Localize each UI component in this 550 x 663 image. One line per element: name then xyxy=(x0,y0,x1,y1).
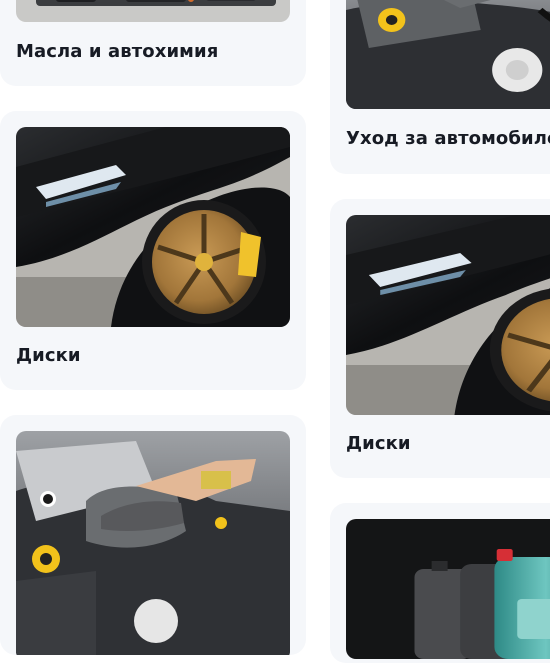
oil-canisters-photo xyxy=(346,519,550,659)
card-title: Диски xyxy=(346,433,411,454)
engine-wipe-photo xyxy=(16,431,290,655)
golden-wheel-photo xyxy=(16,127,290,327)
card-title: Диски xyxy=(16,345,81,366)
card-title: Масла и автохимия xyxy=(16,41,219,62)
category-card-wheels-2[interactable]: Диски xyxy=(330,199,550,478)
engine-wipe-photo xyxy=(346,0,550,109)
category-card-engine-care[interactable] xyxy=(0,415,306,655)
card-title: Уход за автомобилем xyxy=(346,128,550,149)
category-card-wheels[interactable]: Диски xyxy=(0,111,306,390)
category-card-oils-2[interactable] xyxy=(330,503,550,663)
category-card-car-care[interactable]: Уход за автомобилем xyxy=(330,0,550,174)
golden-wheel-photo xyxy=(346,215,550,415)
category-card-oils[interactable]: Масла и автохимия xyxy=(0,0,306,86)
oils-chemicals-photo xyxy=(16,0,290,22)
